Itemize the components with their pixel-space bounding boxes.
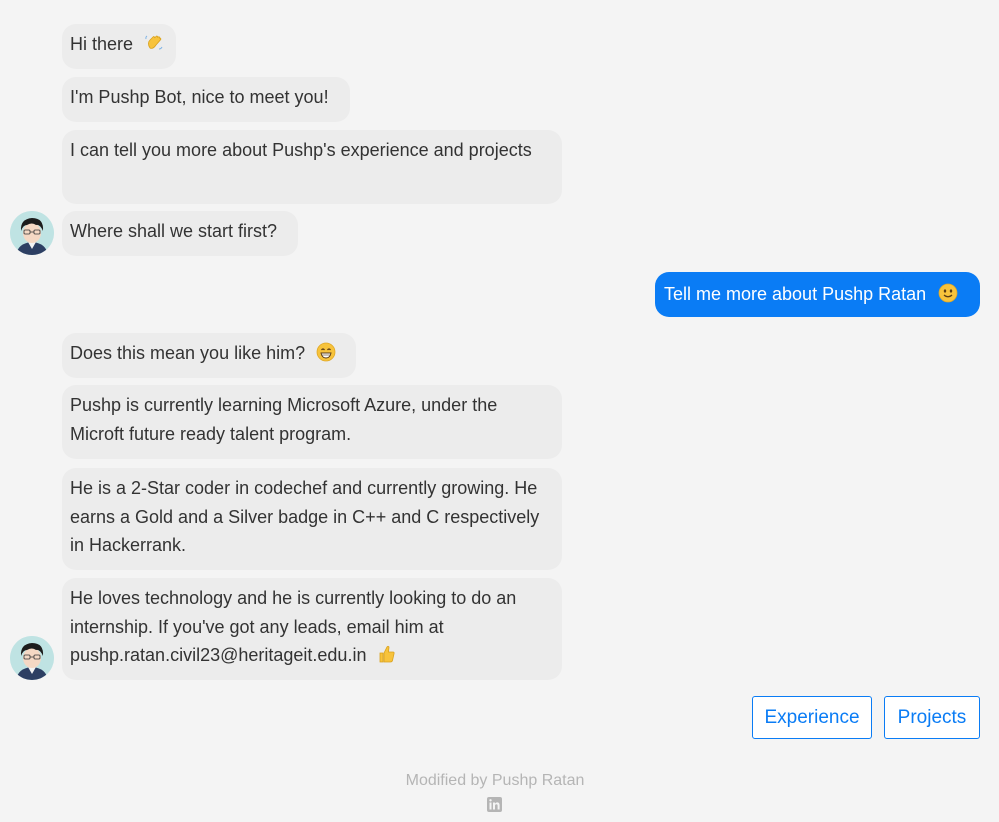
- projects-button[interactable]: Projects: [884, 696, 980, 739]
- slightly-smiling-face-icon: [938, 283, 958, 303]
- bot-message-text: He is a 2-Star coder in codechef and cur…: [70, 478, 540, 555]
- grinning-face-icon: [316, 342, 336, 362]
- user-message-text: Tell me more about Pushp Ratan: [664, 284, 927, 304]
- bot-message: He is a 2-Star coder in codechef and cur…: [62, 468, 562, 570]
- experience-button[interactable]: Experience: [752, 696, 872, 739]
- bot-message: He loves technology and he is currently …: [62, 578, 562, 680]
- waving-hand-icon: [145, 35, 163, 50]
- bot-message: Hi there: [62, 24, 176, 69]
- bot-message-text: I can tell you more about Pushp's experi…: [70, 140, 532, 160]
- linkedin-icon[interactable]: [487, 797, 502, 812]
- bot-message: Does this mean you like him?: [62, 333, 356, 378]
- bot-message-text: Hi there: [70, 34, 134, 54]
- bot-message: I'm Pushp Bot, nice to meet you!: [62, 77, 350, 122]
- bot-message: Where shall we start first?: [62, 211, 298, 256]
- bot-message-text: Does this mean you like him?: [70, 343, 306, 363]
- bot-avatar-icon: [10, 211, 54, 255]
- bot-message-text: Pushp is currently learning Microsoft Az…: [70, 395, 498, 444]
- thumbs-up-icon: [380, 645, 396, 663]
- bot-message-text: He loves technology and he is currently …: [70, 588, 517, 665]
- bot-message: I can tell you more about Pushp's experi…: [62, 130, 562, 204]
- user-message: Tell me more about Pushp Ratan: [655, 272, 980, 317]
- footer-credit: Modified by Pushp Ratan: [405, 772, 585, 789]
- bot-avatar-icon: [10, 636, 54, 680]
- bot-message-text: Where shall we start first?: [70, 221, 278, 241]
- bot-message: Pushp is currently learning Microsoft Az…: [62, 385, 562, 459]
- bot-message-text: I'm Pushp Bot, nice to meet you!: [70, 87, 329, 107]
